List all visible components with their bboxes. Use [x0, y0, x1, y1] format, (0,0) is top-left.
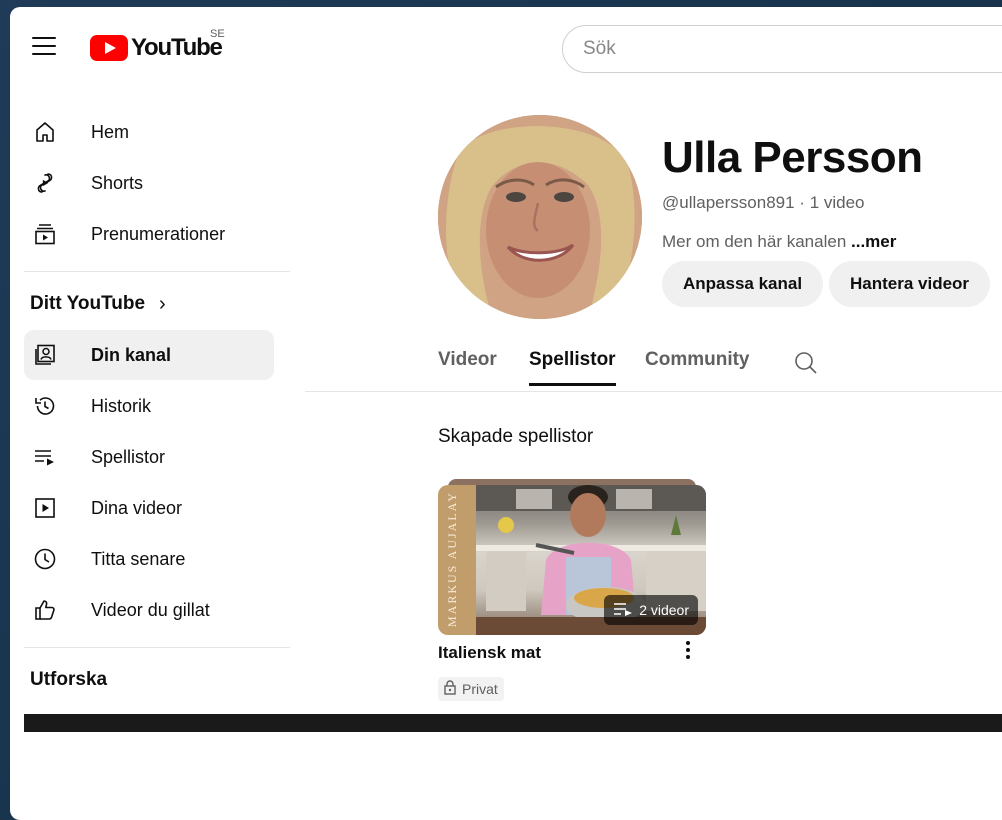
sidebar-item-watch-later[interactable]: Titta senare — [24, 534, 274, 584]
sidebar-item-liked-videos[interactable]: Videor du gillat — [24, 585, 274, 635]
tab-playlists[interactable]: Spellistor — [529, 349, 616, 386]
sidebar-item-label: Titta senare — [91, 548, 186, 569]
playlists-icon — [32, 444, 58, 470]
thumbnail-spine-text: MARKUS AUJALAY — [445, 491, 459, 627]
playlist-video-count: 2 videor — [639, 602, 689, 618]
created-playlists-title: Skapade spellistor — [438, 426, 594, 447]
channel-avatar[interactable] — [438, 115, 642, 319]
about-text: Mer om den här kanalen — [662, 232, 847, 251]
chevron-right-icon: › — [159, 292, 166, 315]
playlist-icon — [613, 602, 633, 619]
sidebar-item-label: Hem — [91, 121, 130, 142]
your-videos-icon — [32, 495, 58, 521]
sidebar-item-shorts[interactable]: Shorts — [24, 158, 274, 208]
tab-videos[interactable]: Videor — [438, 349, 497, 383]
hamburger-menu-icon[interactable] — [32, 37, 56, 57]
you-section-title: Ditt YouTube — [30, 293, 146, 314]
sidebar-divider — [24, 647, 290, 648]
sidebar-item-your-videos[interactable]: Dina videor — [24, 483, 274, 533]
search-box[interactable] — [562, 25, 1002, 73]
top-bar: YouTube SE — [10, 7, 1002, 87]
channel-tabs: Videor Spellistor Community — [305, 332, 1002, 392]
meta-separator: · — [794, 193, 810, 212]
sidebar-item-subscriptions[interactable]: Prenumerationer — [24, 209, 274, 259]
sidebar-divider — [24, 271, 290, 272]
sidebar: Hem Shorts Prenumerationer Ditt YouTube … — [24, 107, 290, 700]
region-code: SE — [210, 28, 225, 40]
sidebar-item-label: Shorts — [91, 172, 144, 193]
history-icon — [32, 393, 58, 419]
your-channel-icon — [32, 342, 58, 368]
sidebar-item-label: Historik — [91, 395, 152, 416]
playlist-title[interactable]: Italiensk mat — [438, 643, 541, 663]
bottom-overlay-bar — [24, 714, 1002, 732]
tab-community[interactable]: Community — [645, 349, 750, 383]
browser-window: YouTube SE Hem Shorts Prenumerationer — [10, 7, 1002, 820]
watch-later-icon — [32, 546, 58, 572]
avatar-photo — [438, 115, 642, 319]
sidebar-item-label: Prenumerationer — [91, 223, 226, 244]
sidebar-item-label: Spellistor — [91, 446, 166, 467]
channel-video-count: 1 video — [809, 193, 865, 212]
shorts-icon — [32, 170, 58, 196]
channel-handle: @ullapersson891 — [662, 193, 795, 212]
explore-section-title: Utforska — [30, 669, 108, 690]
channel-meta: @ullapersson891 · 1 video — [662, 193, 865, 213]
lock-icon — [444, 680, 456, 698]
home-icon — [32, 119, 58, 145]
privacy-badge: Privat — [438, 677, 504, 701]
channel-about-link[interactable]: Mer om den här kanalen ...mer — [662, 232, 896, 252]
sidebar-item-history[interactable]: Historik — [24, 381, 274, 431]
sidebar-item-home[interactable]: Hem — [24, 107, 274, 157]
sidebar-item-label: Videor du gillat — [91, 599, 210, 620]
subscriptions-icon — [32, 221, 58, 247]
playlist-video-count-badge: 2 videor — [604, 595, 698, 625]
liked-videos-icon — [32, 597, 58, 623]
channel-name: Ulla Persson — [662, 133, 923, 182]
search-icon[interactable] — [793, 350, 819, 376]
sidebar-item-your-channel[interactable]: Din kanal — [24, 330, 274, 380]
sidebar-item-label: Din kanal — [91, 344, 172, 365]
customize-channel-button[interactable]: Anpassa kanal — [662, 261, 824, 307]
about-more: ...mer — [851, 232, 897, 251]
youtube-logo[interactable]: YouTube SE — [90, 28, 225, 65]
sidebar-item-playlists[interactable]: Spellistor — [24, 432, 274, 482]
privacy-label: Privat — [462, 681, 498, 697]
youtube-play-icon — [90, 35, 128, 61]
search-input[interactable] — [563, 26, 1002, 72]
sidebar-item-label: Dina videor — [91, 497, 183, 518]
more-options-icon[interactable] — [680, 637, 696, 663]
logo-wordmark: YouTube — [131, 34, 223, 61]
playlist-thumbnail[interactable]: MARKUS AUJALAY 2 videor — [438, 485, 706, 635]
you-section-header[interactable]: Ditt YouTube › — [24, 284, 290, 324]
manage-videos-button[interactable]: Hantera videor — [829, 261, 991, 307]
